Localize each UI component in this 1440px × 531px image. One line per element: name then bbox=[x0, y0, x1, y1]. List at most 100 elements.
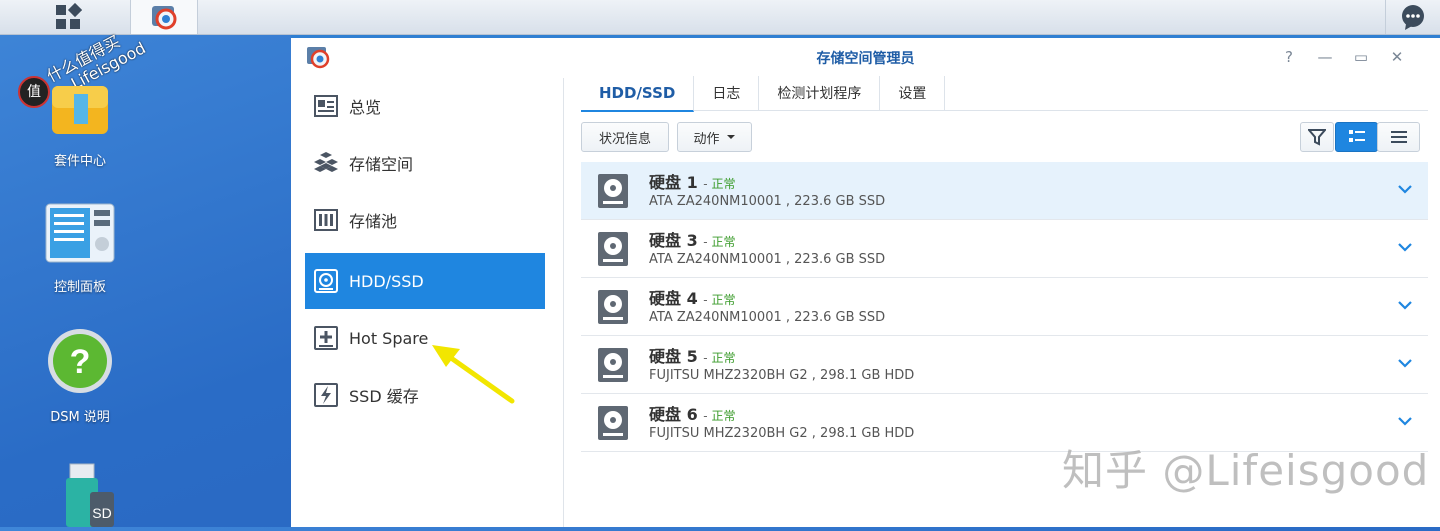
disk-name-line: 硬盘 6 - 正常 bbox=[649, 401, 735, 425]
status-dash: - bbox=[703, 293, 708, 307]
tab-hdd-ssd[interactable]: HDD/SSD bbox=[581, 76, 695, 112]
tab-bar: HDD/SSD 日志 检测计划程序 设置 bbox=[581, 76, 1428, 112]
ssd-cache-icon bbox=[313, 382, 339, 408]
action-dropdown-button[interactable]: 动作 bbox=[677, 122, 752, 152]
sidebar-item-overview[interactable]: 总览 bbox=[305, 78, 545, 134]
disk-status: 正常 bbox=[711, 235, 736, 249]
hdd-icon bbox=[313, 268, 339, 294]
disk-status: 正常 bbox=[711, 409, 736, 423]
disk-name-line: 硬盘 5 - 正常 bbox=[649, 343, 735, 367]
disk-row[interactable]: 硬盘 4 - 正常 ATA ZA240NM10001 , 223.6 GB SS… bbox=[581, 278, 1428, 336]
overview-icon bbox=[313, 93, 339, 119]
sidebar-item-label: 总览 bbox=[349, 98, 382, 117]
desktop-icon-dsm-help[interactable]: ? DSM 说明 bbox=[20, 326, 140, 425]
storage-pool-icon bbox=[313, 207, 339, 233]
status-info-button[interactable]: 状况信息 bbox=[581, 122, 669, 152]
disk-description: FUJITSU MHZ2320BH G2 , 298.1 GB HDD bbox=[649, 426, 915, 441]
svg-text:SD: SD bbox=[92, 505, 111, 521]
sidebar-item-hdd-ssd[interactable]: HDD/SSD bbox=[305, 253, 545, 309]
maximize-button[interactable]: ▭ bbox=[1350, 46, 1372, 68]
window-titlebar[interactable]: 存储空间管理员 ? — ▭ ✕ bbox=[291, 38, 1440, 76]
control-panel-icon bbox=[45, 203, 115, 263]
disk-icon bbox=[598, 232, 628, 266]
desktop-icon-control-panel[interactable]: 控制面板 bbox=[20, 200, 140, 295]
disk-name-line: 硬盘 4 - 正常 bbox=[649, 285, 735, 309]
disk-status: 正常 bbox=[711, 351, 736, 365]
desktop-icon-usb-copy[interactable]: SD bbox=[20, 460, 140, 531]
package-center-icon bbox=[52, 86, 108, 134]
main-menu-icon bbox=[56, 3, 82, 29]
filter-icon bbox=[1308, 129, 1326, 146]
hot-spare-icon bbox=[313, 325, 339, 351]
sidebar-item-label: Hot Spare bbox=[349, 328, 429, 348]
filter-button[interactable] bbox=[1300, 122, 1334, 152]
tab-settings[interactable]: 设置 bbox=[880, 76, 946, 110]
sidebar-item-label: 存储空间 bbox=[349, 155, 414, 174]
disk-list: 硬盘 1 - 正常 ATA ZA240NM10001 , 223.6 GB SS… bbox=[581, 162, 1428, 452]
chat-icon bbox=[1402, 5, 1424, 30]
status-dash: - bbox=[703, 235, 708, 249]
disk-description: FUJITSU MHZ2320BH G2 , 298.1 GB HDD bbox=[649, 368, 915, 383]
disk-status-wrap: - 正常 bbox=[703, 293, 735, 307]
sidebar-item-storage-pool[interactable]: 存储池 bbox=[305, 192, 545, 248]
taskbar-storage-manager[interactable] bbox=[130, 0, 198, 34]
disk-icon bbox=[598, 406, 628, 440]
disk-status-wrap: - 正常 bbox=[703, 409, 735, 423]
chevron-down-icon[interactable] bbox=[1396, 180, 1414, 198]
window-title: 存储空间管理员 bbox=[816, 51, 915, 67]
sidebar: 总览 存储空间 存储池 HDD/SSD Hot Spare SSD 缓存 bbox=[291, 78, 564, 527]
storage-manager-icon bbox=[152, 6, 177, 30]
disk-icon bbox=[598, 290, 628, 324]
disk-status-wrap: - 正常 bbox=[703, 235, 735, 249]
disk-name-line: 硬盘 3 - 正常 bbox=[649, 227, 735, 251]
watermark-bottom-right: 知乎 @Lifeisgood bbox=[1062, 446, 1430, 495]
usb-sd-icon: SD bbox=[66, 463, 114, 527]
disk-description: ATA ZA240NM10001 , 223.6 GB SSD bbox=[649, 194, 886, 209]
desktop-icon-label: 套件中心 bbox=[53, 154, 106, 169]
disk-name: 硬盘 5 bbox=[649, 347, 698, 366]
status-dash: - bbox=[703, 177, 708, 191]
disk-status-wrap: - 正常 bbox=[703, 351, 735, 365]
action-label: 动作 bbox=[693, 131, 720, 147]
svg-text:?: ? bbox=[70, 343, 91, 381]
help-button[interactable]: ? bbox=[1278, 46, 1300, 68]
disk-description: ATA ZA240NM10001 , 223.6 GB SSD bbox=[649, 310, 886, 325]
help-icon: ? bbox=[48, 329, 112, 393]
sidebar-item-storage-volume[interactable]: 存储空间 bbox=[305, 135, 545, 191]
tab-logs[interactable]: 日志 bbox=[694, 76, 760, 110]
status-info-label: 状况信息 bbox=[598, 131, 651, 147]
annotation-arrow bbox=[432, 345, 515, 404]
chevron-down-icon[interactable] bbox=[1396, 354, 1414, 372]
disk-icon bbox=[598, 348, 628, 382]
compact-view-button[interactable] bbox=[1377, 122, 1420, 152]
main-menu-button[interactable] bbox=[14, 0, 122, 34]
disk-status-wrap: - 正常 bbox=[703, 177, 735, 191]
storage-volume-icon bbox=[313, 150, 339, 176]
toolbar: 状况信息 动作 bbox=[581, 122, 1428, 154]
chevron-down-icon[interactable] bbox=[1396, 296, 1414, 314]
status-dash: - bbox=[703, 351, 708, 365]
sidebar-item-label: SSD 缓存 bbox=[349, 387, 419, 406]
desktop-icon-package-center[interactable]: 套件中心 bbox=[20, 70, 140, 169]
chevron-down-icon[interactable] bbox=[1396, 412, 1414, 430]
disk-icon bbox=[598, 174, 628, 208]
disk-row[interactable]: 硬盘 1 - 正常 ATA ZA240NM10001 , 223.6 GB SS… bbox=[581, 162, 1428, 220]
sidebar-item-label: HDD/SSD bbox=[349, 271, 424, 291]
disk-name: 硬盘 3 bbox=[649, 231, 698, 250]
disk-status: 正常 bbox=[711, 177, 736, 191]
disk-row[interactable]: 硬盘 5 - 正常 FUJITSU MHZ2320BH G2 , 298.1 G… bbox=[581, 336, 1428, 394]
disk-name: 硬盘 4 bbox=[649, 289, 698, 308]
taskbar bbox=[0, 0, 1440, 35]
minimize-button[interactable]: — bbox=[1314, 46, 1336, 68]
list-view-button[interactable] bbox=[1335, 122, 1378, 152]
status-dash: - bbox=[703, 409, 708, 423]
caret-down-icon bbox=[726, 135, 735, 139]
desktop-icon-label: DSM 说明 bbox=[50, 410, 110, 425]
sidebar-item-label: 存储池 bbox=[349, 212, 398, 231]
close-button[interactable]: ✕ bbox=[1386, 46, 1408, 68]
chevron-down-icon[interactable] bbox=[1396, 238, 1414, 256]
list-view-icon bbox=[1348, 130, 1365, 142]
disk-row[interactable]: 硬盘 3 - 正常 ATA ZA240NM10001 , 223.6 GB SS… bbox=[581, 220, 1428, 278]
chat-button[interactable] bbox=[1385, 0, 1440, 34]
tab-test-scheduler[interactable]: 检测计划程序 bbox=[759, 76, 881, 110]
